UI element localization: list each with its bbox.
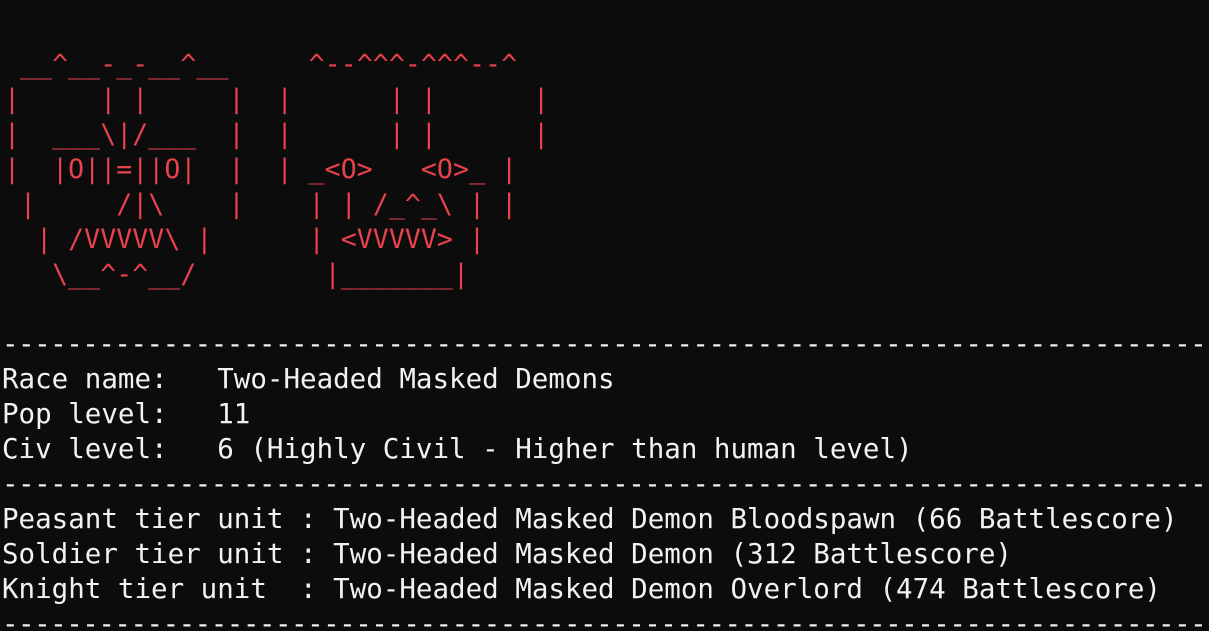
pop-level-value: 11	[217, 398, 251, 430]
ascii-art-line: __^__-_-__^__ ^--^^^-^^^--^	[4, 49, 518, 80]
race-name-value: Two-Headed Masked Demons	[217, 363, 615, 395]
separator-top: ----------------------------------------…	[2, 328, 1209, 360]
civ-level-value: 6 (Highly Civil - Higher than human leve…	[217, 433, 913, 465]
civ-level-row: Civ level: 6 (Highly Civil - Higher than…	[2, 432, 1209, 467]
peasant-unit-label: Peasant tier unit :	[2, 503, 334, 535]
knight-unit-label: Knight tier unit :	[2, 573, 334, 605]
pop-level-label: Pop level:	[2, 398, 218, 430]
ascii-art-line: | /VVVVV\ | | <VVVVV> |	[4, 224, 486, 255]
race-info-panel: ----------------------------------------…	[2, 327, 1209, 631]
demon-ascii-art: __^__-_-__^__ ^--^^^-^^^--^ | | | | | | |…	[4, 47, 549, 292]
soldier-unit-value: Two-Headed Masked Demon (312 Battlescore…	[333, 538, 1012, 570]
ascii-art-line: | ___\|/___ | | | | |	[4, 119, 550, 150]
terminal-window: __^__-_-__^__ ^--^^^-^^^--^ | | | | | | |…	[0, 0, 1209, 631]
ascii-art-line: | /|\ | | | /_^_\ | |	[4, 189, 518, 220]
ascii-art-line: | | | | | | | |	[4, 84, 550, 115]
separator-bottom: ----------------------------------------…	[2, 608, 1209, 631]
separator-middle: ----------------------------------------…	[2, 468, 1209, 500]
race-name-row: Race name: Two-Headed Masked Demons	[2, 362, 1209, 397]
civ-level-label: Civ level:	[2, 433, 218, 465]
race-name-label: Race name:	[2, 363, 218, 395]
soldier-unit-row: Soldier tier unit : Two-Headed Masked De…	[2, 537, 1209, 572]
peasant-unit-value: Two-Headed Masked Demon Bloodspawn (66 B…	[333, 503, 1178, 535]
knight-unit-row: Knight tier unit : Two-Headed Masked Dem…	[2, 572, 1209, 607]
ascii-art-line: \__^-^__/ |_______|	[4, 259, 469, 290]
ascii-art-line: | |O||=||O| | | _<O> <O>_ |	[4, 154, 518, 185]
soldier-unit-label: Soldier tier unit :	[2, 538, 334, 570]
peasant-unit-row: Peasant tier unit : Two-Headed Masked De…	[2, 502, 1209, 537]
pop-level-row: Pop level: 11	[2, 397, 1209, 432]
knight-unit-value: Two-Headed Masked Demon Overlord (474 Ba…	[333, 573, 1161, 605]
